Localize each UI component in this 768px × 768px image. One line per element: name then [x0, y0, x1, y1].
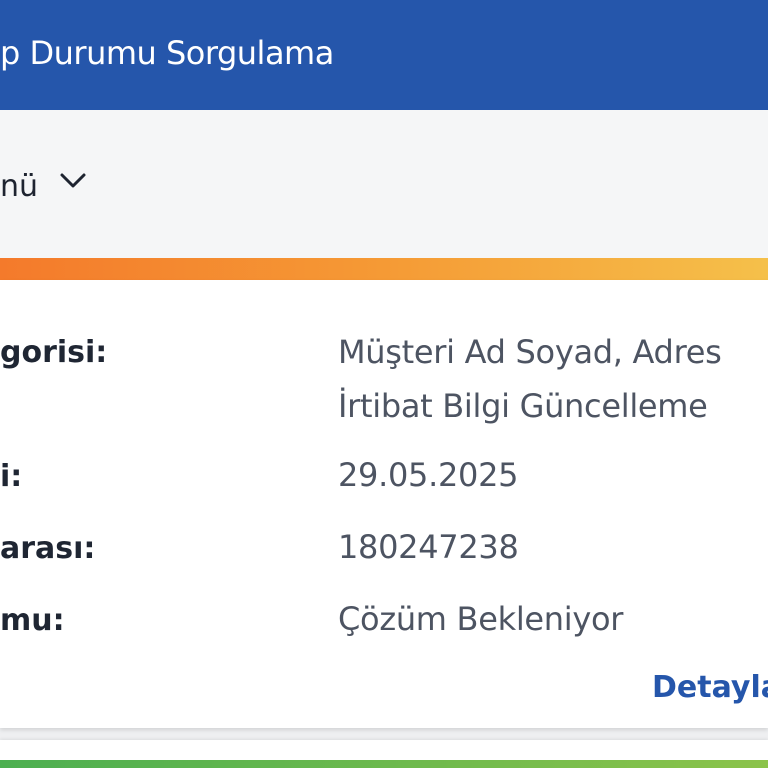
page-title: p Durumu Sorgulama: [0, 34, 334, 72]
status-label: mu:: [0, 603, 65, 638]
category-label: gorisi:: [0, 335, 108, 370]
card-accent-bar: [0, 258, 768, 280]
request-number-label: arası:: [0, 531, 96, 566]
details-link[interactable]: Detayla: [652, 670, 768, 705]
chevron-down-icon[interactable]: [58, 166, 88, 196]
menu-dropdown[interactable]: [0, 110, 768, 258]
status-value: Çözüm Bekleniyor: [338, 600, 624, 638]
request-number-value: 180247238: [338, 528, 519, 566]
app-header: p Durumu Sorgulama: [0, 0, 768, 110]
menu-label[interactable]: nü: [0, 169, 38, 204]
date-label: i:: [0, 459, 23, 494]
category-value-line2: İrtibat Bilgi Güncelleme: [338, 387, 708, 425]
date-value: 29.05.2025: [338, 456, 519, 494]
category-value-line1: Müşteri Ad Soyad, Adres: [338, 333, 722, 371]
next-card-accent-bar: [0, 760, 768, 768]
